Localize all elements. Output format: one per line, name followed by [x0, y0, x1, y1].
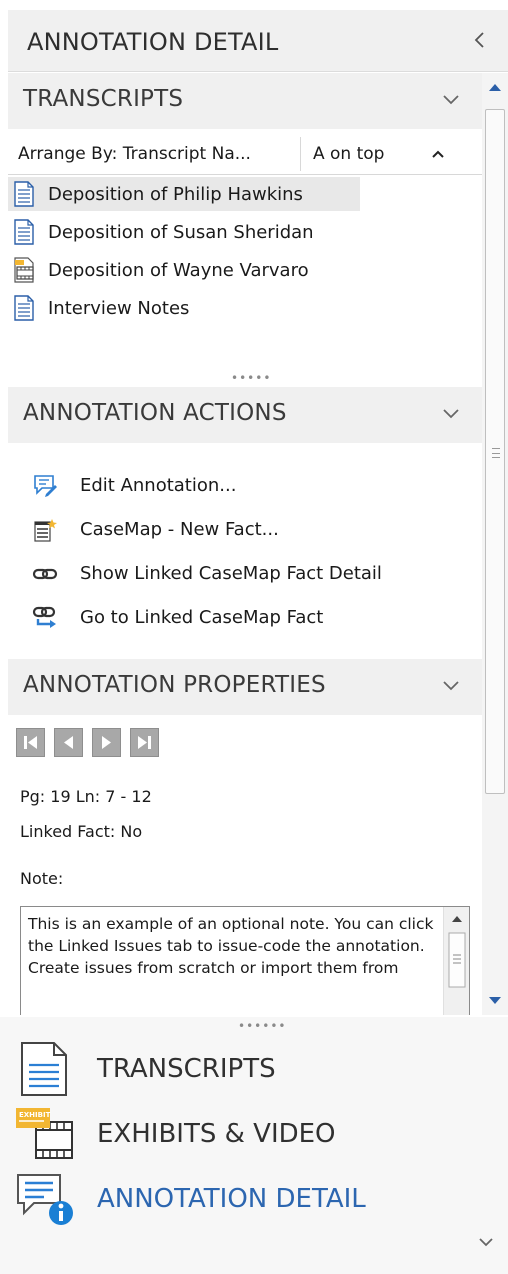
next-annotation-button[interactable] [92, 728, 121, 757]
transcript-label: Deposition of Susan Sheridan [48, 222, 314, 243]
transcript-doc-icon [14, 295, 34, 321]
chevron-down-icon[interactable] [442, 679, 460, 693]
chevron-down-icon[interactable] [442, 407, 460, 421]
splitter-grip[interactable]: ••••• [231, 372, 271, 384]
video-transcript-icon [14, 257, 34, 283]
panel-content: TRANSCRIPTS Arrange By: Transcript Na...… [8, 73, 482, 1015]
bottom-splitter-grip[interactable]: •••••• [238, 1020, 286, 1032]
transcript-item[interactable]: Deposition of Philip Hawkins [8, 177, 360, 211]
go-to-linked-fact-label: Go to Linked CaseMap Fact [80, 607, 324, 628]
edit-annotation-label: Edit Annotation... [80, 475, 237, 496]
link-arrow-icon [32, 606, 56, 628]
page-line-value: Pg: 19 Ln: 7 - 12 [20, 787, 152, 806]
link-icon [32, 568, 58, 580]
properties-section-header[interactable]: ANNOTATION PROPERTIES [8, 659, 482, 715]
actions-section-title: ANNOTATION ACTIONS [23, 400, 287, 426]
nav-exhibits-video-label: EXHIBITS & VIDEO [97, 1119, 336, 1149]
edit-annotation-icon [34, 475, 57, 497]
transcript-label: Deposition of Wayne Varvaro [48, 260, 309, 281]
nav-exhibits-video[interactable]: EXHIBIT EXHIBITS & VIDEO [0, 1102, 508, 1164]
transcripts-section-header[interactable]: TRANSCRIPTS [8, 73, 482, 129]
note-text: This is an example of an optional note. … [28, 915, 434, 977]
last-annotation-button[interactable] [130, 728, 159, 757]
scroll-grip [492, 448, 500, 458]
transcript-item[interactable]: Deposition of Susan Sheridan [8, 215, 368, 249]
transcript-label: Interview Notes [48, 298, 190, 319]
properties-section-title: ANNOTATION PROPERTIES [23, 672, 326, 698]
arrange-divider [300, 137, 301, 171]
scroll-up-arrow-icon[interactable] [482, 79, 508, 99]
arrange-by-row: Arrange By: Transcript Na... A on top [8, 133, 482, 175]
next-icon [102, 736, 111, 749]
bottom-navigation: •••••• TRANSCRIPTS EXHIBIT EXHIBITS & VI… [0, 1017, 508, 1274]
annotation-info-icon [17, 1174, 73, 1225]
new-fact-label: CaseMap - New Fact... [80, 519, 279, 540]
chevron-down-icon[interactable] [442, 93, 460, 107]
panel-title: ANNOTATION DETAIL [27, 28, 279, 56]
transcript-page-icon [21, 1042, 67, 1096]
transcripts-section-title: TRANSCRIPTS [23, 86, 184, 112]
note-label: Note: [20, 869, 64, 888]
first-icon [24, 736, 37, 749]
show-linked-fact-label: Show Linked CaseMap Fact Detail [80, 563, 382, 584]
transcript-item[interactable]: Interview Notes [8, 291, 228, 325]
transcript-doc-icon [14, 219, 34, 245]
note-textarea[interactable]: This is an example of an optional note. … [20, 906, 470, 1015]
actions-section-header[interactable]: ANNOTATION ACTIONS [8, 387, 482, 443]
main-scrollbar[interactable] [482, 73, 508, 1015]
linked-fact-value: Linked Fact: No [20, 822, 143, 841]
nav-transcripts-label: TRANSCRIPTS [97, 1054, 276, 1084]
nav-annotation-detail[interactable]: ANNOTATION DETAIL [0, 1167, 508, 1229]
first-annotation-button[interactable] [16, 728, 45, 757]
previous-icon [64, 736, 73, 749]
scroll-down-arrow-icon[interactable] [482, 991, 508, 1011]
previous-annotation-button[interactable] [54, 728, 83, 757]
transcript-item[interactable]: Deposition of Wayne Varvaro [8, 253, 368, 287]
sort-order-dropdown[interactable]: A on top [313, 144, 384, 164]
new-fact-icon [34, 519, 57, 542]
exhibit-film-icon: EXHIBIT [16, 1108, 73, 1159]
note-scrollbar-graphic [448, 916, 466, 988]
note-scrollbar[interactable] [443, 907, 469, 1015]
main-scroll-thumb[interactable] [485, 109, 505, 794]
more-options-chevron-icon[interactable] [478, 1236, 494, 1248]
panel-header: ANNOTATION DETAIL [8, 10, 508, 72]
svg-text:EXHIBIT: EXHIBIT [19, 1111, 51, 1119]
nav-annotation-detail-label: ANNOTATION DETAIL [97, 1184, 366, 1214]
nav-transcripts[interactable]: TRANSCRIPTS [0, 1037, 508, 1099]
transcript-doc-icon [14, 181, 34, 207]
arrange-by-dropdown[interactable]: Arrange By: Transcript Na... [18, 144, 251, 164]
transcript-label: Deposition of Philip Hawkins [48, 184, 303, 205]
last-icon [138, 736, 151, 749]
sort-caret-up-icon[interactable] [431, 149, 445, 159]
collapse-panel-icon[interactable] [470, 28, 490, 52]
